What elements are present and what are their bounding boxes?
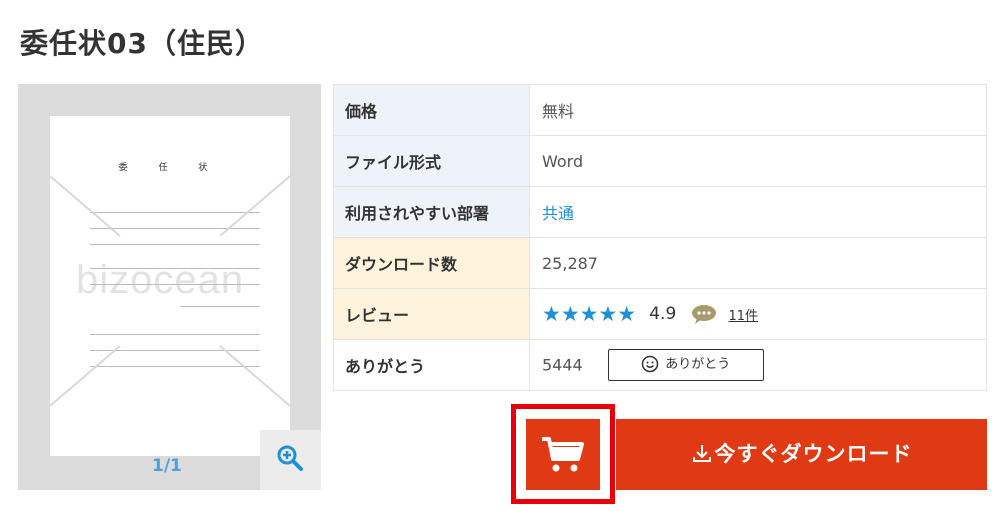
review-count-link[interactable]: 11件: [728, 309, 758, 324]
info-table: 価格 無料 ファイル形式 Word 利用されやすい部署 共通 ダウンロード数 2…: [333, 84, 987, 391]
downloads-value: 25,287: [529, 237, 987, 289]
department-link[interactable]: 共通: [542, 204, 574, 223]
cart-icon: [542, 437, 584, 472]
price-value: 無料: [529, 84, 987, 136]
file-format-value: Word: [529, 135, 987, 187]
star-rating-icon: ★★★★★: [542, 302, 637, 326]
thanks-button[interactable]: ありがとう: [607, 349, 764, 381]
download-icon: [692, 445, 711, 462]
thanks-cell: 5444 ありがとう: [529, 339, 987, 391]
department-cell: 共通: [529, 186, 987, 238]
comment-icon: [692, 305, 717, 324]
table-row: ダウンロード数 25,287: [333, 237, 987, 289]
table-row: レビュー ★★★★★ 4.9 11件: [333, 288, 987, 340]
review-cell: ★★★★★ 4.9 11件: [529, 288, 987, 340]
page-title: 委任状03（住民）: [20, 27, 264, 60]
price-label: 価格: [333, 84, 530, 136]
review-label: レビュー: [333, 288, 530, 340]
document-thumbnail[interactable]: 委 任 状 bizocean: [50, 116, 290, 456]
table-row: 利用されやすい部署 共通: [333, 186, 987, 238]
table-row: ありがとう 5444 ありがとう: [333, 339, 987, 391]
add-to-cart-button[interactable]: [526, 419, 600, 490]
table-row: 価格 無料: [333, 84, 987, 136]
table-row: ファイル形式 Word: [333, 135, 987, 187]
download-label: 今すぐダウンロード: [714, 442, 913, 466]
zoom-button[interactable]: [260, 430, 321, 490]
thanks-button-label: ありがとう: [665, 357, 731, 372]
thanks-label: ありがとう: [333, 339, 530, 391]
download-button[interactable]: 今すぐダウンロード: [616, 419, 987, 490]
downloads-label: ダウンロード数: [333, 237, 530, 289]
zoom-in-icon: [277, 445, 303, 471]
page-counter: 1/1: [152, 456, 182, 476]
rating-value: 4.9: [649, 304, 677, 324]
file-format-label: ファイル形式: [333, 135, 530, 187]
smile-icon: [642, 355, 659, 372]
watermark-cross: [50, 175, 290, 407]
document-preview: 委 任 状 bizocean 1/1: [18, 84, 321, 490]
department-label: 利用されやすい部署: [333, 186, 530, 238]
thanks-count: 5444: [542, 355, 583, 375]
